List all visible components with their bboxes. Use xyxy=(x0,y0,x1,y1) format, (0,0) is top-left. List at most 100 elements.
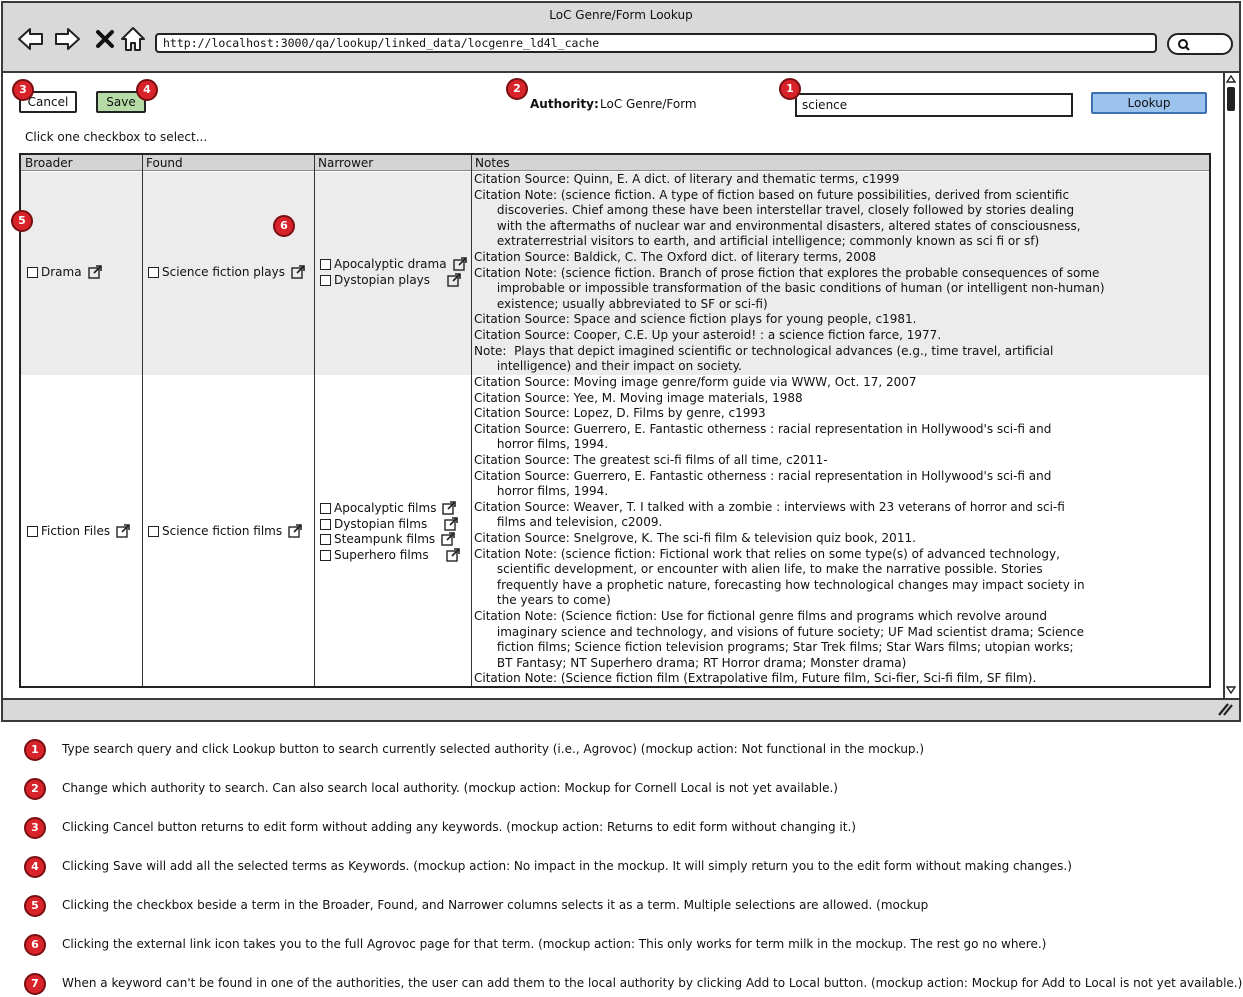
term-label: Dystopian films xyxy=(334,517,428,531)
note-line: Citation Source: Guerrero, E. Fantastic … xyxy=(474,421,1052,436)
column-header-found: Found xyxy=(142,155,314,171)
stop-x-icon[interactable] xyxy=(91,25,114,53)
term-found: Science fiction plays xyxy=(148,265,305,279)
term-checkbox[interactable] xyxy=(320,274,331,286)
external-link-icon[interactable] xyxy=(288,524,302,538)
legend-item: 1 Type search query and click Lookup butt… xyxy=(24,739,1239,761)
legend-text: Type search query and click Lookup butto… xyxy=(62,742,925,756)
term-label: Apocalyptic drama xyxy=(334,257,447,271)
callout-badge: 4 xyxy=(136,79,158,101)
external-link-icon[interactable] xyxy=(87,265,102,279)
back-arrow-icon[interactable] xyxy=(17,25,45,53)
search-input[interactable]: science xyxy=(795,93,1073,117)
note-line: imaginary science and technology, and vi… xyxy=(474,624,1084,639)
browser-titlebar: LoC Genre/Form Lookup http://localhost:3… xyxy=(3,3,1239,73)
external-link-icon[interactable] xyxy=(444,517,459,531)
column-divider xyxy=(471,155,472,686)
term-checkbox[interactable] xyxy=(148,525,159,537)
note-line: Citation Note: (Science fiction: Use for… xyxy=(474,609,1047,623)
external-link-icon[interactable] xyxy=(447,273,461,287)
term-label: Science fiction plays xyxy=(162,265,285,279)
legend-text: Clicking the checkbox beside a term in t… xyxy=(62,898,929,912)
results-table: Broader Found Narrower Notes Drama Scien… xyxy=(19,153,1211,688)
note-line: BT Fantasy; NT Superhero drama; RT Horro… xyxy=(474,655,907,670)
callout-badge: 2 xyxy=(24,778,46,800)
callout-badge: 3 xyxy=(24,817,46,839)
external-link-icon[interactable] xyxy=(445,548,460,562)
term-found: Science fiction films xyxy=(148,524,302,538)
term-checkbox[interactable] xyxy=(27,266,38,278)
term-label: Superhero films xyxy=(334,548,429,562)
column-divider xyxy=(314,155,315,686)
note-line: Citation Note: (science fiction. Branch … xyxy=(474,265,1100,280)
term-narrower: Superhero films xyxy=(320,548,460,562)
browser-search-field[interactable] xyxy=(1167,33,1233,55)
note-line: Citation Source: Cooper, C.E. Up your as… xyxy=(474,328,942,342)
scrollbar-thumb[interactable] xyxy=(1227,87,1235,111)
note-line: the years to come) xyxy=(474,593,611,608)
legend-item: 6 Clicking the external link icon takes y… xyxy=(24,934,1239,956)
term-checkbox[interactable] xyxy=(148,266,159,278)
note-line: horror films, 1994. xyxy=(474,484,609,499)
note-line: Citation Source: Snelgrove, K. The sci-f… xyxy=(474,531,916,545)
term-checkbox[interactable] xyxy=(320,502,331,514)
callout-badge: 1 xyxy=(779,78,801,100)
note-line: Citation Note: (Science fiction film (Ex… xyxy=(474,671,1037,686)
term-label: Steampunk films xyxy=(334,532,436,546)
term-narrower: Apocalyptic drama xyxy=(320,257,467,271)
callout-badge: 3 xyxy=(12,79,34,101)
note-line: intelligence) and their impact on societ… xyxy=(474,359,742,374)
note-line: Citation Source: Lopez, D. Films by genr… xyxy=(474,406,766,421)
table-row: Drama Science fiction plays Apocalyptic … xyxy=(21,172,1209,375)
column-header-broader: Broader xyxy=(21,155,142,171)
external-link-icon[interactable] xyxy=(442,501,457,515)
note-line: scientific development, or encounter wit… xyxy=(474,562,1043,577)
term-checkbox[interactable] xyxy=(320,533,331,545)
term-checkbox[interactable] xyxy=(320,258,331,270)
column-header-narrower: Narrower xyxy=(314,155,471,171)
term-narrower: Dystopian plays xyxy=(320,273,461,287)
window-title: LoC Genre/Form Lookup xyxy=(549,8,693,22)
external-link-icon[interactable] xyxy=(116,524,130,538)
callout-badge: 6 xyxy=(24,934,46,956)
term-checkbox[interactable] xyxy=(27,525,38,537)
home-icon[interactable] xyxy=(119,25,147,53)
legend-text: Clicking Cancel button returns to edit f… xyxy=(62,820,856,834)
note-line: Citation Note: (science fiction: Fiction… xyxy=(474,546,1060,561)
address-bar[interactable]: http://localhost:3000/qa/lookup/linked_d… xyxy=(155,33,1157,53)
note-line: Citation Note: (science fiction. A type … xyxy=(474,187,1070,202)
scroll-up-icon[interactable] xyxy=(1226,74,1236,84)
term-checkbox[interactable] xyxy=(320,549,331,561)
external-link-icon[interactable] xyxy=(441,532,455,546)
authority-selector[interactable]: LoC Genre/Form xyxy=(600,97,697,111)
term-checkbox[interactable] xyxy=(320,518,331,530)
lookup-button[interactable]: Lookup xyxy=(1091,92,1207,114)
callout-badge: 5 xyxy=(11,210,33,232)
term-label: Dystopian plays xyxy=(334,273,431,287)
callout-badge: 7 xyxy=(24,973,46,995)
external-link-icon[interactable] xyxy=(291,265,305,279)
term-label: Drama xyxy=(41,265,82,279)
callout-badge: 4 xyxy=(24,856,46,878)
page-content: Cancel Save Authority: LoC Genre/Form sc… xyxy=(3,73,1223,696)
term-narrower: Dystopian films xyxy=(320,517,459,531)
note-line: Citation Source: The greatest sci-fi fil… xyxy=(474,453,828,467)
browser-status-bar xyxy=(3,698,1239,720)
vertical-scrollbar[interactable] xyxy=(1223,73,1239,700)
note-line: Citation Source: Yee, M. Moving image ma… xyxy=(474,390,803,405)
note-line: films and television, c2009. xyxy=(474,515,663,530)
legend-item: 5 Clicking the checkbox beside a term in … xyxy=(24,895,1239,917)
note-line: Citation Source: Baldick, C. The Oxford … xyxy=(474,250,877,264)
external-link-icon[interactable] xyxy=(452,257,467,271)
note-line: frequently have a prophetic nature, fore… xyxy=(474,577,1085,592)
legend-item: 7 When a keyword can't be found in one of… xyxy=(24,973,1242,995)
scroll-down-icon[interactable] xyxy=(1226,685,1236,695)
callout-badge: 2 xyxy=(506,78,528,100)
callout-badge: 1 xyxy=(24,739,46,761)
forward-arrow-icon[interactable] xyxy=(53,25,81,53)
note-line: existence; usually abbreviated to SF or … xyxy=(474,296,768,311)
column-header-notes: Notes xyxy=(471,155,1209,171)
note-line: Citation Source: Guerrero, E. Fantastic … xyxy=(474,468,1052,483)
note-line: with the aftermaths of nuclear war and e… xyxy=(474,218,1081,233)
resize-grip-icon[interactable] xyxy=(1217,702,1233,716)
